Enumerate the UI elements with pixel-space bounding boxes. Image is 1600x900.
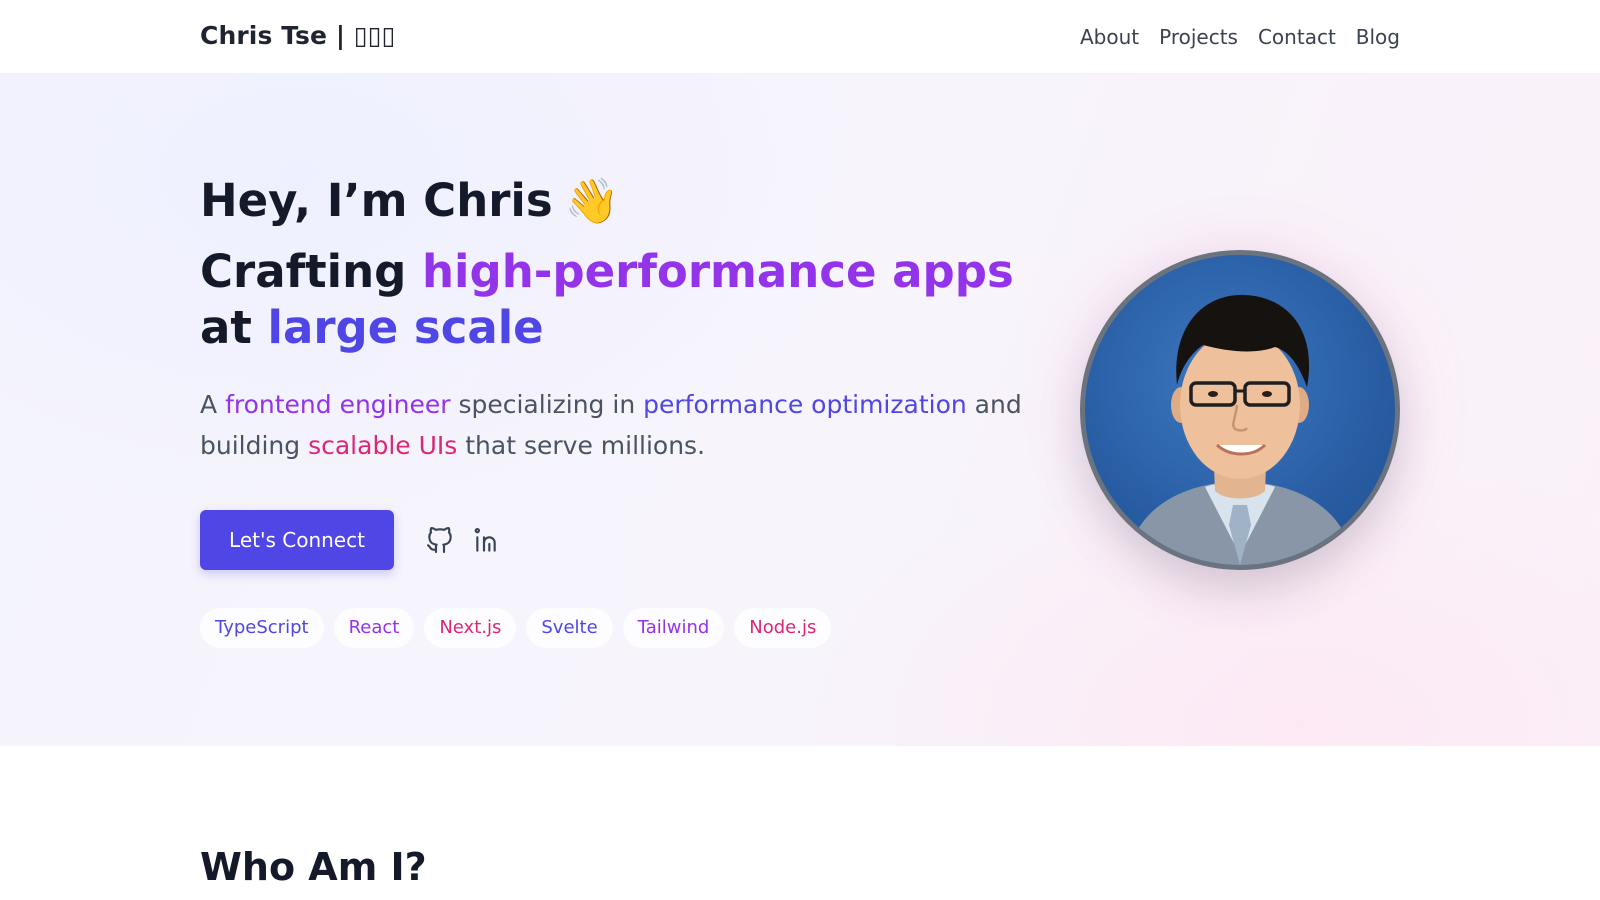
desc-text-4: that serve millions.	[457, 431, 706, 460]
desc-text-2: specializing in	[450, 390, 644, 419]
desc-highlight-performance: performance optimization	[643, 390, 967, 419]
skill-chip-svelte: Svelte	[526, 608, 613, 648]
nav-link-contact[interactable]: Contact	[1258, 25, 1336, 49]
github-icon[interactable]	[424, 524, 456, 556]
tagline-highlight-2: large scale	[267, 301, 544, 354]
skill-chip-tailwind: Tailwind	[622, 608, 725, 648]
site-brand[interactable]: Chris Tse | ▯▯▯	[200, 21, 396, 50]
skills-list: TypeScript React Next.js Svelte Tailwind…	[200, 608, 832, 648]
avatar-illustration	[1125, 294, 1355, 565]
desc-highlight-frontend: frontend engineer	[225, 390, 451, 419]
nav-link-blog[interactable]: Blog	[1356, 25, 1400, 49]
main-nav: About Projects Contact Blog	[1080, 25, 1400, 49]
hero-tagline: Crafting high-performance apps at large …	[200, 244, 1060, 356]
waving-hand-icon: 👋	[564, 176, 620, 227]
nav-link-about[interactable]: About	[1080, 25, 1139, 49]
hero-section: Hey, I’m Chris 👋 Crafting high-performanc…	[0, 74, 1600, 746]
hero-description: A frontend engineer specializing in perf…	[200, 384, 1040, 466]
tagline-highlight-1: high-performance apps	[422, 245, 1014, 298]
skill-chip-typescript: TypeScript	[200, 608, 324, 648]
greeting-text: Hey, I’m Chris	[200, 174, 553, 227]
skill-chip-nextjs: Next.js	[424, 608, 517, 648]
hero-greeting: Hey, I’m Chris 👋	[200, 178, 619, 224]
tagline-text-1: Crafting	[200, 245, 423, 298]
desc-highlight-scalable: scalable UIs	[308, 431, 458, 460]
nav-link-projects[interactable]: Projects	[1159, 25, 1238, 49]
section-title-who-am-i: Who Am I?	[200, 845, 427, 889]
skill-chip-nodejs: Node.js	[734, 608, 832, 648]
profile-photo	[1080, 250, 1400, 570]
site-header: Chris Tse | ▯▯▯ About Projects Contact B…	[0, 0, 1600, 74]
tagline-text-2: at	[200, 301, 268, 354]
linkedin-icon[interactable]	[472, 524, 504, 556]
skill-chip-react: React	[333, 608, 415, 648]
lets-connect-button[interactable]: Let's Connect	[200, 510, 394, 570]
desc-text-1: A	[200, 390, 226, 419]
